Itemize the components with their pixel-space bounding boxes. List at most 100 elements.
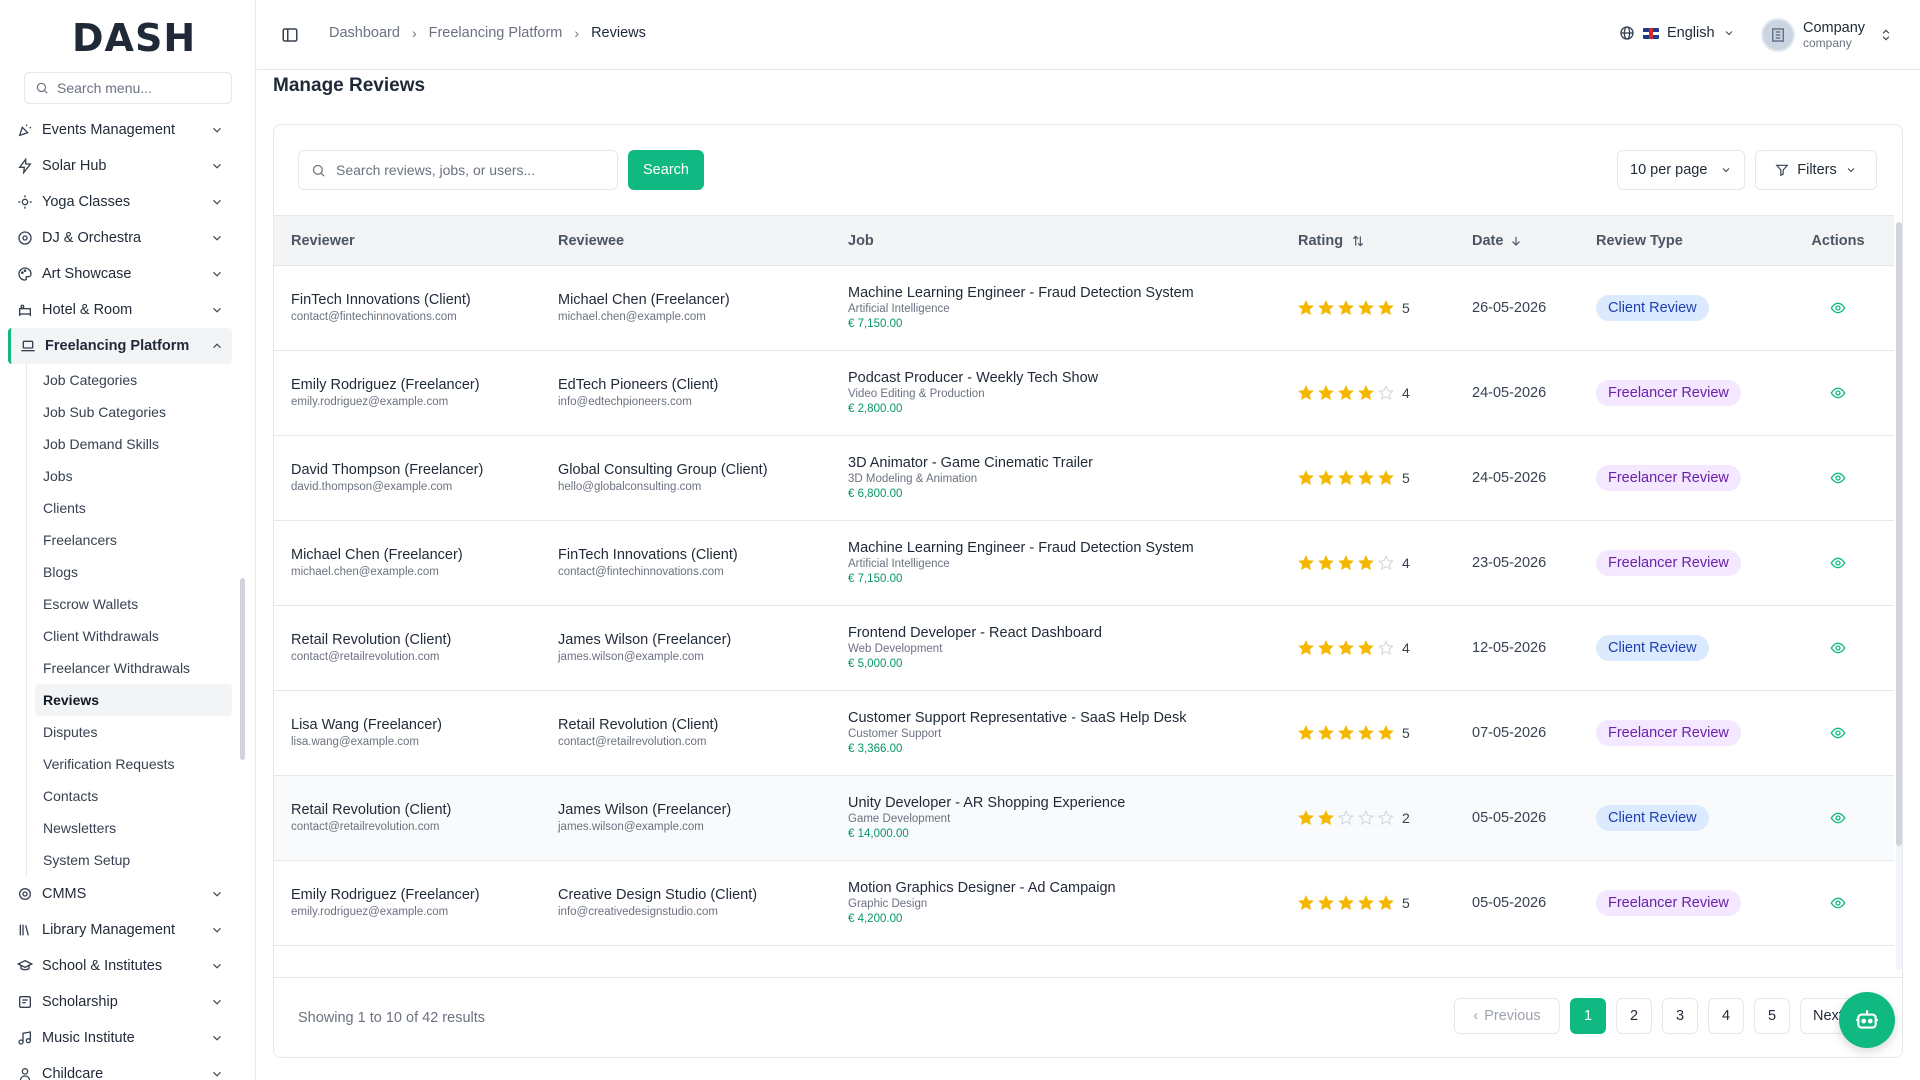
job-title: Machine Learning Engineer - Fraud Detect…	[848, 285, 1194, 301]
rating-cell: 4	[1281, 385, 1455, 401]
sidebar-item-freelancing-platform[interactable]: Freelancing Platform	[8, 328, 232, 364]
eye-icon[interactable]	[1830, 640, 1846, 656]
sidebar-subitem-job-sub-categories[interactable]: Job Sub Categories	[35, 396, 232, 428]
sidebar-item-icon	[16, 993, 34, 1011]
star-filled-icon	[1298, 725, 1314, 741]
sidebar-subitem-reviews[interactable]: Reviews	[35, 684, 232, 716]
sidebar-subitem-freelancer-withdrawals[interactable]: Freelancer Withdrawals	[35, 652, 232, 684]
table-row[interactable]: Retail Revolution (Client) contact@retail…	[274, 776, 1894, 861]
sidebar-subitem-newsletters[interactable]: Newsletters	[35, 812, 232, 844]
star-filled-icon	[1338, 300, 1354, 316]
sidebar-item-art-showcase[interactable]: Art Showcase	[8, 256, 232, 292]
chevron-left-icon: ‹	[1473, 1008, 1479, 1024]
chatbot-button[interactable]	[1839, 992, 1895, 1048]
reviewee-name: EdTech Pioneers (Client)	[558, 377, 719, 393]
eye-icon[interactable]	[1830, 300, 1846, 316]
page-button-1[interactable]: 1	[1570, 998, 1606, 1034]
reviewer-name: FinTech Innovations (Client)	[291, 292, 471, 308]
star-filled-icon	[1318, 300, 1334, 316]
sidebar-subitem-client-withdrawals[interactable]: Client Withdrawals	[35, 620, 232, 652]
sidebar-toggle-icon[interactable]	[281, 26, 299, 44]
sidebar-subitem-verification-requests[interactable]: Verification Requests	[35, 748, 232, 780]
per-page-select[interactable]: 10 per page	[1617, 150, 1745, 190]
sidebar-item-label: Yoga Classes	[42, 194, 131, 210]
star-empty-icon	[1378, 385, 1394, 401]
sidebar-item-library-management[interactable]: Library Management	[8, 912, 232, 948]
sidebar-item-label: Events Management	[42, 122, 175, 138]
column-rating[interactable]: Rating	[1281, 233, 1455, 249]
table-row[interactable]: Michael Chen (Freelancer) michael.chen@ex…	[274, 521, 1894, 606]
search-button[interactable]: Search	[628, 150, 704, 190]
previous-label: Previous	[1484, 1008, 1541, 1024]
page-button-4[interactable]: 4	[1708, 998, 1744, 1034]
eye-icon[interactable]	[1830, 385, 1846, 401]
sidebar-subitem-blogs[interactable]: Blogs	[35, 556, 232, 588]
table-row[interactable]: Mobile App QA Tester - Fitness Applicati…	[274, 946, 1894, 975]
sidebar-item-icon	[16, 1065, 34, 1080]
column-date[interactable]: Date	[1455, 233, 1579, 249]
sidebar-item-scholarship[interactable]: Scholarship	[8, 984, 232, 1020]
reviewee-cell: Creative Design Studio (Client) info@crea…	[541, 886, 831, 920]
sidebar-item-solar-hub[interactable]: Solar Hub	[8, 148, 232, 184]
date-cell: 24-05-2026	[1455, 470, 1579, 486]
eye-icon[interactable]	[1830, 555, 1846, 571]
table-scrollbar-thumb[interactable]	[1896, 222, 1902, 846]
sidebar-subitem-system-setup[interactable]: System Setup	[35, 844, 232, 876]
sidebar-subitem-jobs[interactable]: Jobs	[35, 460, 232, 492]
table-row[interactable]: Lisa Wang (Freelancer) lisa.wang@example.…	[274, 691, 1894, 776]
sidebar-subitem-escrow-wallets[interactable]: Escrow Wallets	[35, 588, 232, 620]
app-logo[interactable]: DASH	[72, 16, 196, 60]
reviewee-email: michael.chen@example.com	[558, 311, 706, 323]
eye-icon[interactable]	[1830, 895, 1846, 911]
rating-stars	[1298, 385, 1394, 401]
sidebar-item-events-management[interactable]: Events Management	[8, 112, 232, 148]
user-menu[interactable]: Company company	[1761, 18, 1893, 52]
sidebar-subitem-disputes[interactable]: Disputes	[35, 716, 232, 748]
sidebar-subitem-clients[interactable]: Clients	[35, 492, 232, 524]
table-row[interactable]: Emily Rodriguez (Freelancer) emily.rodrig…	[274, 351, 1894, 436]
sidebar-subitem-contacts[interactable]: Contacts	[35, 780, 232, 812]
table-row[interactable]: Emily Rodriguez (Freelancer) emily.rodrig…	[274, 861, 1894, 946]
sidebar-search-input[interactable]: Search menu...	[24, 72, 232, 104]
chevron-down-icon	[213, 891, 221, 897]
breadcrumb-dashboard[interactable]: Dashboard	[329, 25, 400, 41]
language-selector[interactable]: English	[1619, 25, 1735, 41]
sidebar-item-school-institutes[interactable]: School & Institutes	[8, 948, 232, 984]
sidebar-item-hotel-room[interactable]: Hotel & Room	[8, 292, 232, 328]
star-filled-icon	[1298, 300, 1314, 316]
sidebar-subitem-freelancers[interactable]: Freelancers	[35, 524, 232, 556]
sidebar-item-dj-orchestra[interactable]: DJ & Orchestra	[8, 220, 232, 256]
previous-page-button[interactable]: ‹ Previous	[1454, 998, 1560, 1034]
reviews-search-input[interactable]: Search reviews, jobs, or users...	[298, 150, 618, 190]
page-button-5[interactable]: 5	[1754, 998, 1790, 1034]
arrow-down-icon	[1512, 236, 1521, 246]
sidebar-item-label: CMMS	[42, 886, 87, 902]
table-row[interactable]: David Thompson (Freelancer) david.thompso…	[274, 436, 1894, 521]
rating-value: 5	[1402, 470, 1410, 486]
table-scrollbar[interactable]	[1896, 222, 1902, 970]
reviewer-email: david.thompson@example.com	[291, 481, 453, 493]
reviewer-cell: Lisa Wang (Freelancer) lisa.wang@example.…	[274, 716, 541, 750]
eye-icon[interactable]	[1830, 725, 1846, 741]
rating-value: 5	[1402, 300, 1410, 316]
sidebar-item-childcare[interactable]: Childcare	[8, 1056, 232, 1080]
sidebar-item-music-institute[interactable]: Music Institute	[8, 1020, 232, 1056]
sidebar-subitem-job-demand-skills[interactable]: Job Demand Skills	[35, 428, 232, 460]
filters-button[interactable]: Filters	[1755, 150, 1877, 190]
eye-icon[interactable]	[1830, 470, 1846, 486]
page-button-2[interactable]: 2	[1616, 998, 1652, 1034]
table-row[interactable]: Retail Revolution (Client) contact@retail…	[274, 606, 1894, 691]
column-reviewee: Reviewee	[558, 232, 625, 249]
uk-flag-icon	[1643, 27, 1659, 39]
table-row[interactable]: FinTech Innovations (Client) contact@fint…	[274, 266, 1894, 351]
eye-icon[interactable]	[1830, 810, 1846, 826]
sidebar-item-yoga-classes[interactable]: Yoga Classes	[8, 184, 232, 220]
star-filled-icon	[1358, 470, 1374, 486]
sidebar-item-icon	[16, 957, 34, 975]
sidebar-item-cmms[interactable]: CMMS	[8, 876, 232, 912]
sidebar-scrollbar[interactable]	[240, 578, 245, 760]
sidebar-subitem-job-categories[interactable]: Job Categories	[35, 364, 232, 396]
settings-icon	[19, 888, 31, 900]
breadcrumb-freelancing-platform[interactable]: Freelancing Platform	[429, 25, 563, 41]
page-button-3[interactable]: 3	[1662, 998, 1698, 1034]
